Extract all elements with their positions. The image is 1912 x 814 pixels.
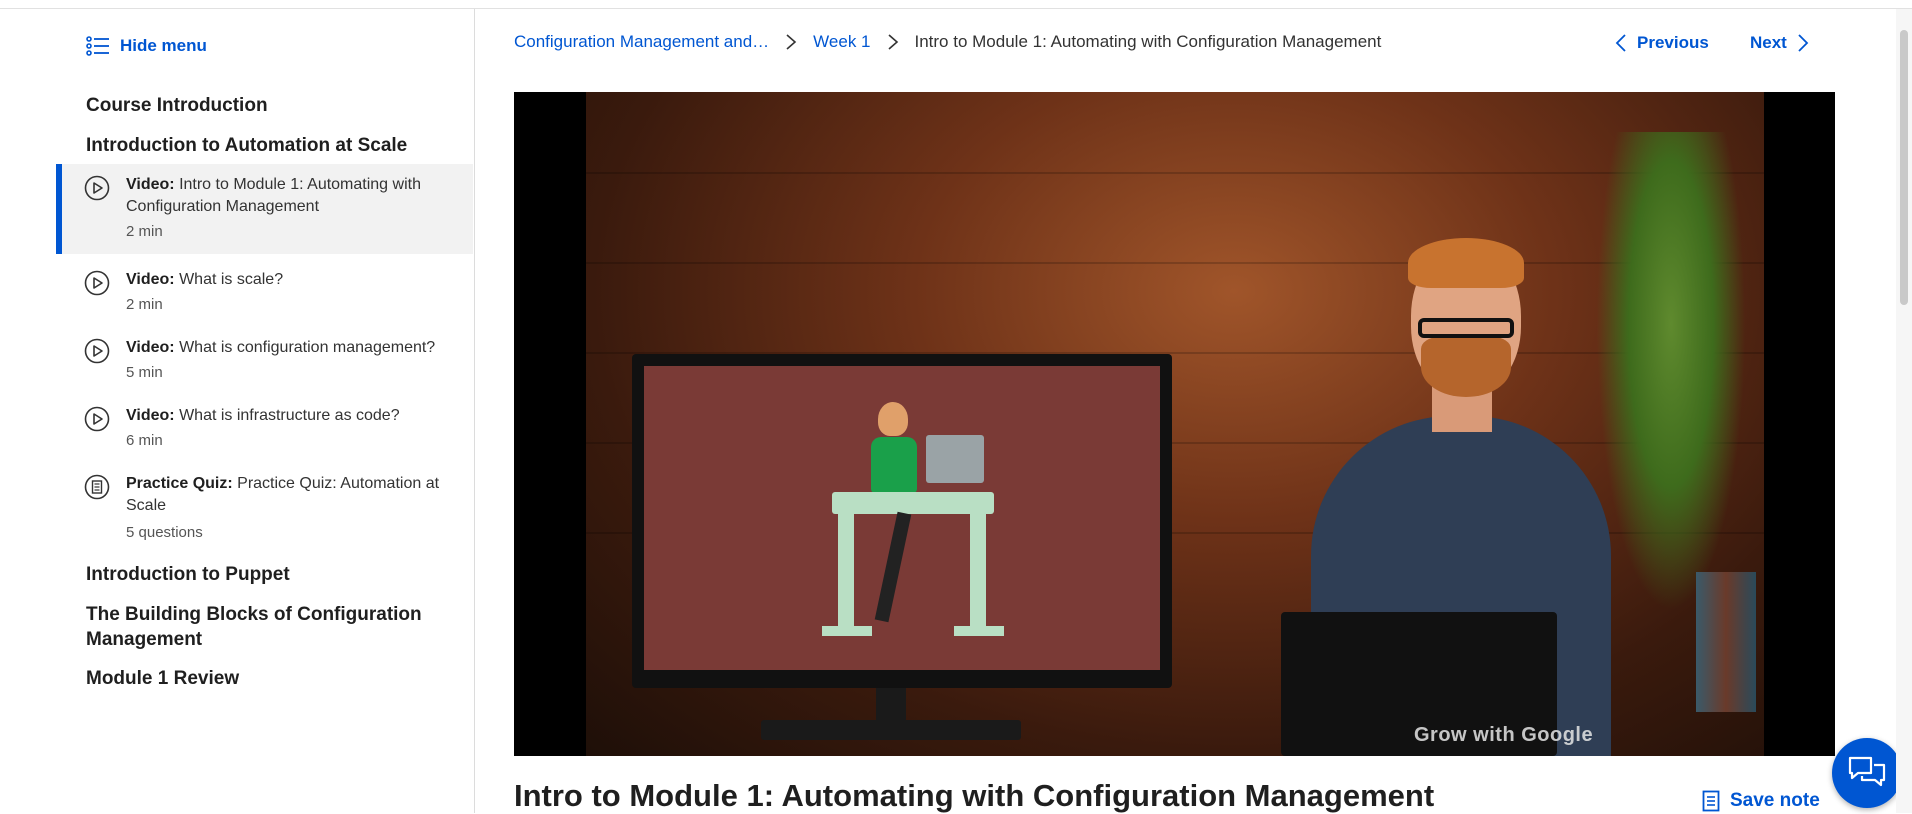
course-sidebar: Hide menu Course Introduction Introducti… bbox=[0, 9, 475, 813]
item-type: Video: bbox=[126, 176, 175, 193]
books-image bbox=[1696, 572, 1756, 712]
item-type: Video: bbox=[126, 339, 175, 356]
hide-menu-button[interactable]: Hide menu bbox=[86, 35, 207, 57]
breadcrumb-course-link[interactable]: Configuration Management and… bbox=[514, 32, 769, 52]
chevron-left-icon bbox=[1615, 34, 1626, 52]
chat-support-button[interactable] bbox=[1832, 738, 1902, 808]
quiz-icon bbox=[84, 474, 110, 500]
cartoon-desk-leg bbox=[838, 512, 854, 630]
sidebar-item-infra-as-code[interactable]: Video: What is infrastructure as code? 6… bbox=[56, 395, 473, 461]
section-module-1-review[interactable]: Module 1 Review bbox=[86, 666, 239, 691]
item-name: What is scale? bbox=[179, 271, 284, 288]
presenter-glasses bbox=[1418, 318, 1514, 338]
item-type: Video: bbox=[126, 407, 175, 424]
item-duration: 5 min bbox=[126, 364, 163, 381]
previous-button[interactable]: Previous bbox=[1615, 33, 1709, 53]
play-icon bbox=[84, 175, 110, 201]
video-frame: Grow with Google bbox=[586, 92, 1764, 756]
wall-plank bbox=[586, 262, 1764, 264]
monitor-base bbox=[761, 720, 1021, 740]
section-building-blocks[interactable]: The Building Blocks of Configuration Man… bbox=[86, 602, 446, 652]
list-menu-icon bbox=[86, 36, 109, 56]
sidebar-item-text: Video: Intro to Module 1: Automating wit… bbox=[126, 174, 456, 218]
chevron-right-icon bbox=[1798, 34, 1809, 52]
breadcrumb-current: Intro to Module 1: Automating with Confi… bbox=[914, 32, 1382, 51]
previous-label: Previous bbox=[1637, 33, 1709, 52]
top-border bbox=[0, 0, 1912, 9]
play-icon bbox=[84, 406, 110, 432]
sidebar-item-intro-video[interactable]: Video: Intro to Module 1: Automating wit… bbox=[56, 164, 473, 254]
chevron-right-icon bbox=[887, 34, 898, 50]
sidebar-item-what-is-scale[interactable]: Video: What is scale? 2 min bbox=[56, 259, 473, 325]
cartoon-computer bbox=[926, 435, 984, 483]
save-note-button[interactable]: Save note bbox=[1702, 790, 1820, 812]
sidebar-item-practice-quiz[interactable]: Practice Quiz: Practice Quiz: Automation… bbox=[56, 463, 473, 553]
item-type: Practice Quiz: bbox=[126, 475, 233, 492]
presenter-beard bbox=[1421, 337, 1511, 397]
cartoon-body bbox=[871, 437, 917, 493]
plant-image bbox=[1596, 132, 1746, 612]
item-name: What is configuration management? bbox=[179, 339, 436, 356]
presenter-hair bbox=[1408, 238, 1524, 288]
next-button[interactable]: Next bbox=[1750, 33, 1809, 53]
cartoon-desk bbox=[832, 492, 994, 514]
item-type: Video: bbox=[126, 271, 175, 288]
scrollbar-thumb[interactable] bbox=[1900, 30, 1908, 305]
cartoon-head bbox=[878, 402, 908, 436]
hide-menu-label: Hide menu bbox=[120, 36, 207, 55]
item-duration: 2 min bbox=[126, 223, 163, 240]
video-watermark: Grow with Google bbox=[1414, 724, 1594, 746]
wall-plank bbox=[586, 172, 1764, 174]
video-player[interactable]: Grow with Google bbox=[514, 92, 1835, 756]
cartoon-desk-leg bbox=[970, 512, 986, 630]
cartoon-desk-foot bbox=[954, 626, 1004, 636]
sidebar-item-text: Video: What is infrastructure as code? bbox=[126, 405, 456, 427]
item-duration: 6 min bbox=[126, 432, 163, 449]
chevron-right-icon bbox=[786, 34, 797, 50]
sidebar-item-text: Video: What is configuration management? bbox=[126, 337, 456, 359]
item-question-count: 5 questions bbox=[126, 524, 203, 541]
breadcrumb: Configuration Management and… Week 1 Int… bbox=[514, 32, 1381, 52]
sidebar-item-what-is-config-mgmt[interactable]: Video: What is configuration management?… bbox=[56, 327, 473, 393]
save-note-label: Save note bbox=[1730, 790, 1820, 811]
note-icon bbox=[1702, 790, 1720, 812]
item-duration: 2 min bbox=[126, 296, 163, 313]
play-icon bbox=[84, 338, 110, 364]
section-automation-at-scale[interactable]: Introduction to Automation at Scale bbox=[86, 133, 407, 158]
section-introduction-to-puppet[interactable]: Introduction to Puppet bbox=[86, 562, 290, 587]
page-title: Intro to Module 1: Automating with Confi… bbox=[514, 778, 1435, 813]
item-name: What is infrastructure as code? bbox=[179, 407, 400, 424]
next-label: Next bbox=[1750, 33, 1787, 52]
cartoon-desk-foot bbox=[822, 626, 872, 636]
chat-icon bbox=[1848, 756, 1886, 787]
breadcrumb-week-link[interactable]: Week 1 bbox=[813, 32, 870, 52]
section-course-introduction[interactable]: Course Introduction bbox=[86, 93, 268, 118]
sidebar-item-text: Video: What is scale? bbox=[126, 269, 456, 291]
play-icon bbox=[84, 270, 110, 296]
sidebar-item-text: Practice Quiz: Practice Quiz: Automation… bbox=[126, 473, 456, 517]
